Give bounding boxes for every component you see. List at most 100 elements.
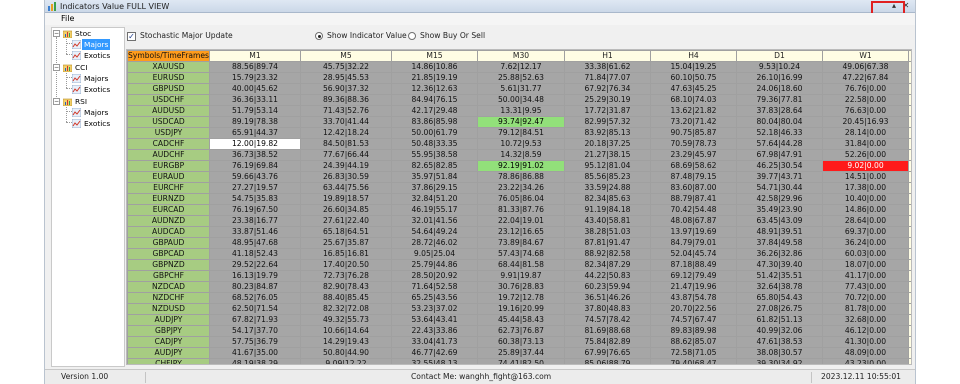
column-header-mn1[interactable]: MN1 (908, 50, 911, 62)
value-cell: 50.00|34.48 (477, 94, 565, 106)
table-row: GBPJPY 54.17|37.70 10.66|14.64 22.43|33.86 6… (127, 325, 911, 337)
value-cell: 37.86|29.15 (391, 182, 478, 194)
symbol-cell[interactable]: CHFJPY (127, 358, 210, 364)
value-cell: 47.63|45.25 (650, 83, 737, 95)
value-cell: 13.31|9.95 (477, 105, 565, 117)
value-cell: 69.37|0.00 (822, 226, 909, 238)
value-cell: 80.04|80.04 (736, 116, 823, 128)
column-header-m30[interactable]: M30 (477, 50, 565, 62)
indicator-tree: − Stoc Majors Exotics − CCI Majors Exoti… (51, 27, 125, 367)
symbol-cell[interactable]: GBPCAD (127, 248, 210, 260)
value-cell: 19.16|20.99 (477, 303, 565, 315)
value-cell: 88.92|82.58 (564, 248, 651, 260)
show-buy-or-sell-radio[interactable] (408, 32, 416, 40)
symbol-cell[interactable]: USDCAD (127, 116, 210, 128)
value-cell: 16.13|19.79 (209, 270, 301, 282)
value-cell: 0.00|0.00 (908, 303, 911, 315)
show-indicator-value-radio[interactable] (315, 32, 323, 40)
grid-corner-header: Symbols/TimeFrames (127, 50, 210, 62)
symbol-cell[interactable]: USDCHF (127, 94, 210, 106)
value-cell: 84.94|76.15 (391, 94, 478, 106)
version-label: Version 1.00 (61, 372, 109, 381)
value-cell: 71.64|52.58 (391, 281, 478, 293)
value-cell: 79.12|84.51 (477, 127, 565, 139)
value-cell: 53.64|43.41 (391, 314, 478, 326)
value-cell: 43.40|58.81 (564, 215, 651, 227)
symbol-cell[interactable]: CADJPY (127, 336, 210, 348)
symbol-cell[interactable]: GBPNZD (127, 259, 210, 271)
symbol-cell[interactable]: AUDUSD (127, 105, 210, 117)
value-cell: 33.59|24.88 (564, 182, 651, 194)
value-cell: 7.62|12.17 (477, 61, 565, 73)
value-cell: 90.75|85.87 (650, 127, 737, 139)
value-cell: 0.00|0.00 (908, 358, 911, 364)
symbol-cell[interactable]: NZDCHF (127, 292, 210, 304)
value-cell: 74.57|67.47 (650, 314, 737, 326)
symbol-cell[interactable]: EURCHF (127, 182, 210, 194)
value-cell: 12.42|18.24 (300, 127, 392, 139)
value-cell: 27.08|26.75 (736, 303, 823, 315)
value-cell: 27.61|22.40 (300, 215, 392, 227)
column-header-w1[interactable]: W1 (822, 50, 909, 62)
symbol-cell[interactable]: EURCAD (127, 204, 210, 216)
value-cell: 32.68|0.00 (822, 314, 909, 326)
value-cell: 47.61|38.53 (736, 336, 823, 348)
table-row: AUDCAD 33.87|51.46 65.18|64.51 54.64|49.24 2… (127, 226, 911, 238)
symbol-cell[interactable]: NZDCAD (127, 281, 210, 293)
collapse-icon[interactable]: − (53, 30, 60, 37)
value-cell: 46.12|0.00 (822, 325, 909, 337)
value-cell: 15.79|23.32 (209, 72, 301, 84)
value-cell: 22.43|33.86 (391, 325, 478, 337)
collapse-icon[interactable]: − (53, 98, 60, 105)
symbol-cell[interactable]: GBPCHF (127, 270, 210, 282)
value-cell: 50.80|44.90 (300, 347, 392, 359)
symbol-cell[interactable]: EURUSD (127, 72, 210, 84)
tree-label: RSI (75, 97, 88, 106)
symbol-cell[interactable]: AUDCHF (127, 149, 210, 161)
symbol-cell[interactable]: USDJPY (127, 127, 210, 139)
value-cell: 41.17|0.00 (822, 270, 909, 282)
column-header-m1[interactable]: M1 (209, 50, 301, 62)
value-cell: 32.01|41.56 (391, 215, 478, 227)
table-row: USDCAD 89.19|78.38 33.70|41.44 83.86|85.98 9… (127, 116, 911, 128)
table-row: EURCHF 27.27|19.57 63.44|75.56 37.86|29.15 2… (127, 182, 911, 194)
table-row: AUDJPY 67.82|71.93 49.32|55.73 53.64|43.41 4… (127, 314, 911, 326)
value-cell: 76.19|69.84 (209, 160, 301, 172)
symbol-cell[interactable]: AUDJPY (127, 314, 210, 326)
stochastic-update-checkbox[interactable]: ✓ (127, 32, 136, 41)
value-cell: 0.00|0.00 (908, 193, 911, 205)
value-cell: 38.28|51.03 (564, 226, 651, 238)
menu-file[interactable]: File (61, 13, 74, 25)
value-cell: 67.92|76.34 (564, 83, 651, 95)
symbol-cell[interactable]: GBPJPY (127, 325, 210, 337)
collapse-icon[interactable]: − (53, 64, 60, 71)
value-cell: 14.86|10.86 (391, 61, 478, 73)
column-header-h1[interactable]: H1 (564, 50, 651, 62)
value-cell: 33.70|41.44 (300, 116, 392, 128)
column-header-d1[interactable]: D1 (736, 50, 823, 62)
symbol-cell[interactable]: GBPUSD (127, 83, 210, 95)
symbol-cell[interactable]: EURGBP (127, 160, 210, 172)
grid-header-row: Symbols/TimeFramesM1M5M15M30H1H4D1W1MN1 (127, 50, 911, 62)
value-cell: 40.99|32.06 (736, 325, 823, 337)
value-cell: 85.56|85.23 (564, 171, 651, 183)
stochastic-update-label: Stochastic Major Update (140, 31, 233, 40)
symbol-cell[interactable]: EURNZD (127, 193, 210, 205)
indicator-grid: Symbols/TimeFramesM1M5M15M30H1H4D1W1MN1 … (126, 49, 912, 365)
symbol-cell[interactable]: NZDUSD (127, 303, 210, 315)
options-bar: ✓ Stochastic Major Update Show Indicator… (125, 28, 915, 44)
symbol-cell[interactable]: CADCHF (127, 138, 210, 150)
column-header-h4[interactable]: H4 (650, 50, 737, 62)
symbol-cell[interactable]: XAUUSD (127, 61, 210, 73)
symbol-cell[interactable]: AUDCAD (127, 226, 210, 238)
value-cell: 22.04|19.01 (477, 215, 565, 227)
value-cell: 82.65|82.85 (391, 160, 478, 172)
symbol-cell[interactable]: AUDNZD (127, 215, 210, 227)
symbol-cell[interactable]: EURAUD (127, 171, 210, 183)
symbol-cell[interactable]: GBPAUD (127, 237, 210, 249)
column-header-m15[interactable]: M15 (391, 50, 478, 62)
symbol-cell[interactable]: AUDJPY (127, 347, 210, 359)
value-cell: 47.22|67.84 (822, 72, 909, 84)
value-cell: 9.53|10.24 (736, 61, 823, 73)
column-header-m5[interactable]: M5 (300, 50, 392, 62)
